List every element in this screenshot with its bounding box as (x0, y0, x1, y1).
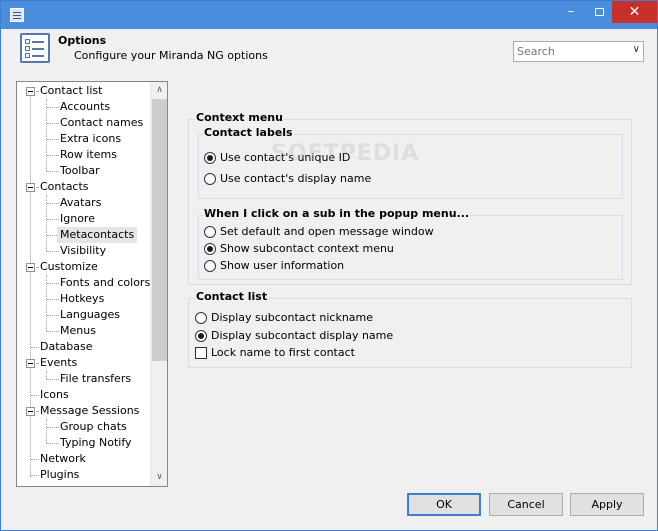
tree-item-ignore[interactable]: Ignore (60, 211, 95, 227)
tree-item-visibility[interactable]: Visibility (60, 243, 106, 259)
radio-button[interactable] (195, 330, 207, 342)
context-menu-title: Context menu (195, 111, 284, 124)
tree-item-file-transfers[interactable]: File transfers (60, 371, 131, 387)
tree-item-contact-list[interactable]: Contact list (40, 83, 102, 99)
tree-item-hotkeys[interactable]: Hotkeys (60, 291, 104, 307)
collapse-icon[interactable] (26, 183, 35, 192)
tree-item-avatars[interactable]: Avatars (60, 195, 101, 211)
radio-button[interactable] (195, 312, 207, 324)
checkbox[interactable] (195, 347, 207, 359)
tree-item-network[interactable]: Network (40, 451, 86, 467)
collapse-icon[interactable] (26, 407, 35, 416)
tree-item-plugins[interactable]: Plugins (40, 467, 79, 483)
tree-item-menus[interactable]: Menus (60, 323, 96, 339)
radio-button[interactable] (204, 226, 216, 238)
tree-item-toolbar[interactable]: Toolbar (60, 163, 100, 179)
scroll-down-icon[interactable]: ∨ (151, 469, 167, 486)
tree-item-contact-names[interactable]: Contact names (60, 115, 143, 131)
collapse-icon[interactable] (26, 359, 35, 368)
watermark: SOFTPEDIA (271, 141, 420, 166)
tree-item-contacts[interactable]: Contacts (40, 179, 89, 195)
tree-item-customize[interactable]: Customize (40, 259, 98, 275)
collapse-icon[interactable] (26, 87, 35, 96)
scroll-up-icon[interactable]: ∧ (151, 82, 167, 99)
contact-labels-title: Contact labels (203, 126, 294, 139)
radio-button[interactable] (204, 260, 216, 272)
tree-scrollbar[interactable]: ∧ ∨ (150, 82, 167, 486)
search-box[interactable]: ∨ (513, 41, 644, 62)
page-title: Options (58, 34, 107, 47)
tree-item-message-sessions[interactable]: Message Sessions (40, 403, 139, 419)
radio-button[interactable] (204, 173, 216, 185)
chevron-down-icon[interactable]: ∨ (633, 44, 640, 55)
contact-list-title: Contact list (195, 290, 269, 303)
maximize-icon (594, 7, 604, 16)
close-button[interactable]: ✕ (612, 1, 657, 23)
options-window: – ✕ Options Configure your Miranda NG op… (0, 0, 658, 531)
options-tree[interactable]: Contact list Accounts Contact names Extr… (16, 81, 168, 487)
tree-item-group-chats[interactable]: Group chats (60, 419, 127, 435)
title-bar[interactable]: – ✕ (1, 1, 657, 29)
tree-item-extra-icons[interactable]: Extra icons (60, 131, 121, 147)
ok-button[interactable]: OK (407, 493, 481, 516)
app-icon (10, 8, 24, 22)
collapse-icon[interactable] (26, 263, 35, 272)
scrollbar-thumb[interactable] (152, 99, 167, 361)
tree-item-database[interactable]: Database (40, 339, 93, 355)
tree-item-events[interactable]: Events (40, 355, 77, 371)
tree-item-accounts[interactable]: Accounts (60, 99, 110, 115)
tree-item-languages[interactable]: Languages (60, 307, 120, 323)
maximize-button[interactable] (586, 1, 612, 23)
tree-item-metacontacts[interactable]: Metacontacts (57, 227, 138, 243)
cancel-button[interactable]: Cancel (489, 493, 563, 516)
tree-item-row-items[interactable]: Row items (60, 147, 117, 163)
minimize-button[interactable]: – (556, 1, 586, 23)
tree-item-icons[interactable]: Icons (40, 387, 69, 403)
radio-button[interactable] (204, 152, 216, 164)
search-input[interactable] (514, 42, 624, 61)
popup-menu-title: When I click on a sub in the popup menu.… (203, 207, 471, 220)
page-subtitle: Configure your Miranda NG options (74, 49, 268, 62)
options-icon (20, 33, 50, 63)
tree-item-fonts-and-colors[interactable]: Fonts and colors (60, 275, 150, 291)
radio-button[interactable] (204, 243, 216, 255)
tree-item-typing-notify[interactable]: Typing Notify (60, 435, 132, 451)
apply-button[interactable]: Apply (570, 493, 644, 516)
